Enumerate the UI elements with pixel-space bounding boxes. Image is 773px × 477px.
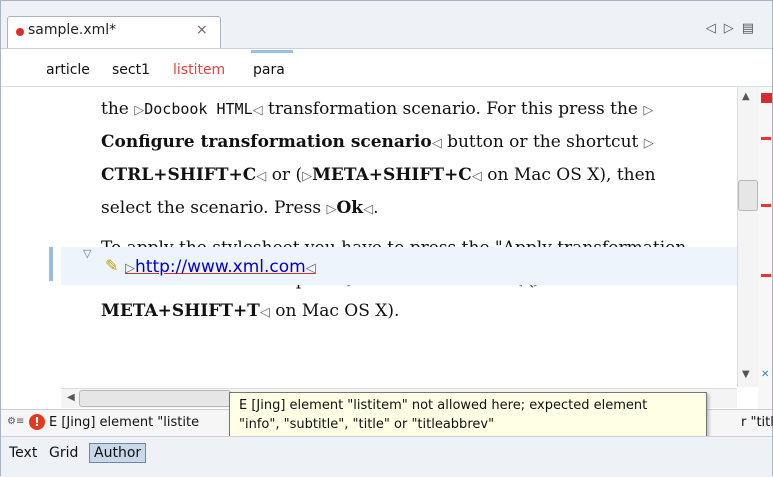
breadcrumb-listitem[interactable]: listitem [173,62,225,78]
vertical-scrollbar[interactable] [737,87,758,387]
author-editor[interactable]: the ▷Docbook HTML◁ transformation scenar… [1,87,737,387]
editor-window: sample.xml* × ◁▷▤ article sect1 listitem… [0,0,773,477]
modified-indicator-icon [16,28,24,36]
problem-message-tail: r "title [741,415,773,430]
mode-tab-author[interactable]: Author [89,443,147,463]
ulink-text[interactable]: ▷http://www.xml.com◁ [125,257,316,277]
link-edit-icon[interactable]: ✎ [105,256,118,275]
tag-close-marker[interactable]: ◁ [260,305,270,320]
tooltip-line-1: E [Jing] element "listitem" not allowed … [239,398,648,413]
paragraph-line: CTRL+SHIFT+C◁ or (▷META+SHIFT+C◁ on Mac … [101,165,656,185]
tab-list-icon[interactable]: ▤ [742,21,762,36]
tooltip-line-2: "info", "subtitle", "title" or "titleabb… [239,417,495,432]
paragraph-line: META+SHIFT+T◁ on Mac OS X). [101,301,400,321]
collapse-triangle-icon[interactable]: ▽ [83,247,91,260]
scroll-up-icon[interactable]: ▲ [742,91,750,102]
paragraph-line: Configure transformation scenario◁ butto… [101,132,654,152]
next-tab-icon[interactable]: ▷ [724,21,742,36]
editor-mode-tabs: Text Grid Author [1,436,772,477]
error-icon: ! [29,414,45,430]
error-marker[interactable] [761,274,771,277]
tag-open-marker[interactable]: ▷ [644,136,654,151]
breadcrumb: article sect1 listitem para [1,50,772,87]
mode-tab-text[interactable]: Text [9,445,37,461]
tag-close-marker[interactable]: ◁ [256,169,266,184]
error-marker[interactable] [761,204,771,207]
problem-message[interactable]: E [Jing] element "listite [49,415,199,430]
tag-close-marker[interactable]: ◁ [472,169,482,184]
tab-sample-xml[interactable]: sample.xml* × [7,16,221,48]
breadcrumb-para[interactable]: para [253,62,285,78]
close-tab-icon[interactable]: × [196,22,208,38]
paragraph-line: the ▷Docbook HTML◁ transformation scenar… [101,99,654,119]
previous-tab-icon[interactable]: ◁ [706,21,724,36]
tag-open-marker[interactable]: ▷ [134,103,144,118]
tag-open-marker[interactable]: ▷ [302,169,312,184]
error-summary-icon[interactable] [761,93,772,103]
tag-open-marker[interactable]: ▷ [643,103,653,118]
paragraph-line: select the scenario. Press ▷Ok◁. [101,198,379,218]
scroll-down-icon[interactable]: ▼ [742,369,750,380]
tag-close-marker[interactable]: ◁ [432,136,442,151]
breadcrumb-sect1[interactable]: sect1 [112,62,150,78]
problems-view-icon[interactable]: ⚙≡ [7,416,24,427]
breadcrumb-active-indicator [251,50,293,53]
current-line-marker [49,247,53,281]
breadcrumb-article[interactable]: article [46,62,90,78]
tab-navigation: ◁▷▤ [706,21,762,36]
mode-tab-grid[interactable]: Grid [49,445,78,461]
vertical-scroll-thumb[interactable] [738,180,758,211]
tag-close-marker[interactable]: ◁ [253,103,263,118]
overview-ruler [758,87,772,411]
tab-title: sample.xml* [28,22,117,38]
error-tooltip: E [Jing] element "listitem" not allowed … [229,392,707,440]
tag-open-marker[interactable]: ▷ [326,202,336,217]
horizontal-scroll-thumb[interactable] [79,390,231,407]
error-marker[interactable] [761,137,771,140]
tab-bar: sample.xml* × ◁▷▤ [1,1,772,49]
tag-close-marker[interactable]: ◁ [363,202,373,217]
next-error-icon[interactable]: ✕ [761,369,769,380]
scroll-left-icon[interactable]: ◀ [67,392,75,403]
